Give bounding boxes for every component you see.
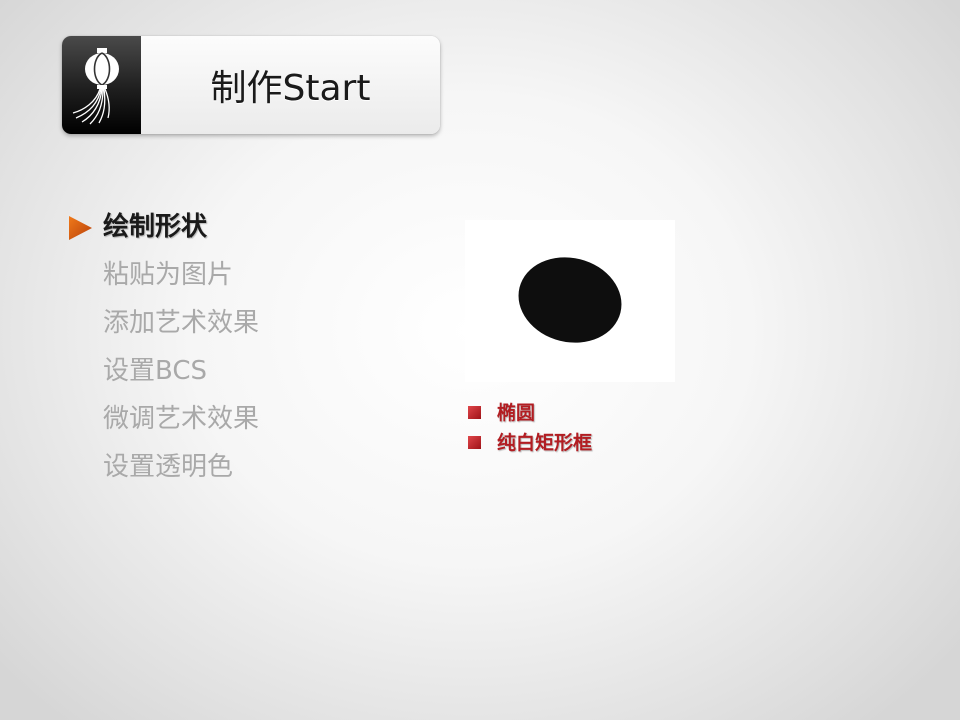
bullet-label: 椭圆 — [497, 402, 536, 424]
red-square-icon — [468, 436, 481, 449]
menu-item-paste-as-picture[interactable]: 粘贴为图片 — [68, 251, 259, 299]
bullet-label: 纯白矩形框 — [497, 432, 593, 454]
menu-item-set-bcs[interactable]: 设置BCS — [68, 347, 259, 395]
menu-item-label: 添加艺术效果 — [103, 308, 260, 338]
page-title: 制作Start — [210, 68, 371, 109]
menu-item-set-transparent-color[interactable]: 设置透明色 — [68, 443, 259, 491]
black-ellipse[interactable] — [465, 220, 675, 382]
menu-item-label: 设置透明色 — [103, 452, 234, 482]
menu-item-add-artistic-effect[interactable]: 添加艺术效果 — [68, 299, 259, 347]
menu-item-label: 设置BCS — [103, 356, 208, 386]
bullet-list: 椭圆 纯白矩形框 — [468, 398, 592, 458]
title-card: 制作Start — [62, 36, 440, 134]
triangle-arrow-icon — [69, 216, 92, 240]
logo-box — [62, 36, 141, 134]
bullet-item-ellipse: 椭圆 — [468, 398, 592, 428]
outline-menu: 绘制形状 粘贴为图片 添加艺术效果 设置BCS 微调艺术效果 设置透明色 — [68, 203, 259, 491]
white-rectangle-frame[interactable] — [465, 220, 675, 382]
menu-item-tweak-artistic-effect[interactable]: 微调艺术效果 — [68, 395, 259, 443]
menu-item-label: 绘制形状 — [103, 212, 208, 242]
menu-item-draw-shape[interactable]: 绘制形状 — [68, 203, 259, 251]
red-square-icon — [468, 406, 481, 419]
menu-item-label: 粘贴为图片 — [103, 260, 234, 290]
menu-item-label: 微调艺术效果 — [103, 404, 260, 434]
lantern-icon — [72, 48, 119, 125]
bullet-item-white-rectangle: 纯白矩形框 — [468, 428, 592, 458]
